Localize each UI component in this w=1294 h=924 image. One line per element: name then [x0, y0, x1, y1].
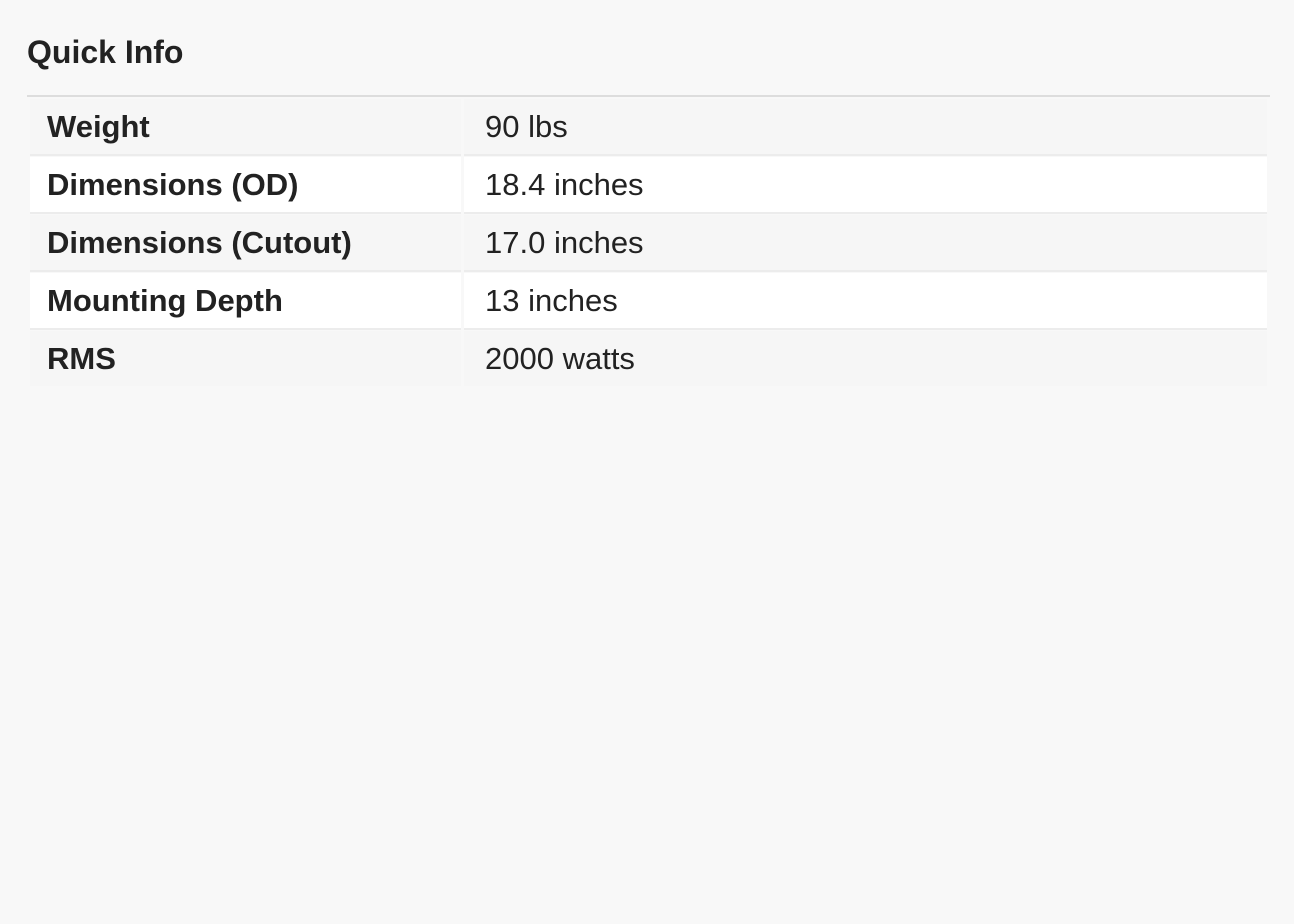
spec-value-rms: 2000 watts	[464, 331, 1267, 386]
table-row: Dimensions (Cutout) 17.0 inches	[30, 215, 1267, 270]
spec-value-mounting-depth: 13 inches	[464, 273, 1267, 328]
table-row: Mounting Depth 13 inches	[30, 273, 1267, 328]
spec-label-rms: RMS	[30, 331, 461, 386]
panel-title: Quick Info	[27, 34, 184, 70]
table-row: Dimensions (OD) 18.4 inches	[30, 157, 1267, 212]
spec-label-dimensions-od: Dimensions (OD)	[30, 157, 461, 212]
quick-info-panel: Quick Info Weight 90 lbs Dimensions (OD)…	[27, 32, 1270, 389]
spec-label-mounting-depth: Mounting Depth	[30, 273, 461, 328]
spec-value-dimensions-cutout: 17.0 inches	[464, 215, 1267, 270]
spec-value-dimensions-od: 18.4 inches	[464, 157, 1267, 212]
spec-label-dimensions-cutout: Dimensions (Cutout)	[30, 215, 461, 270]
table-row: Weight 90 lbs	[30, 99, 1267, 154]
spec-label-weight: Weight	[30, 99, 461, 154]
table-row: RMS 2000 watts	[30, 331, 1267, 386]
spec-table: Weight 90 lbs Dimensions (OD) 18.4 inche…	[27, 96, 1270, 389]
spec-value-weight: 90 lbs	[464, 99, 1267, 154]
